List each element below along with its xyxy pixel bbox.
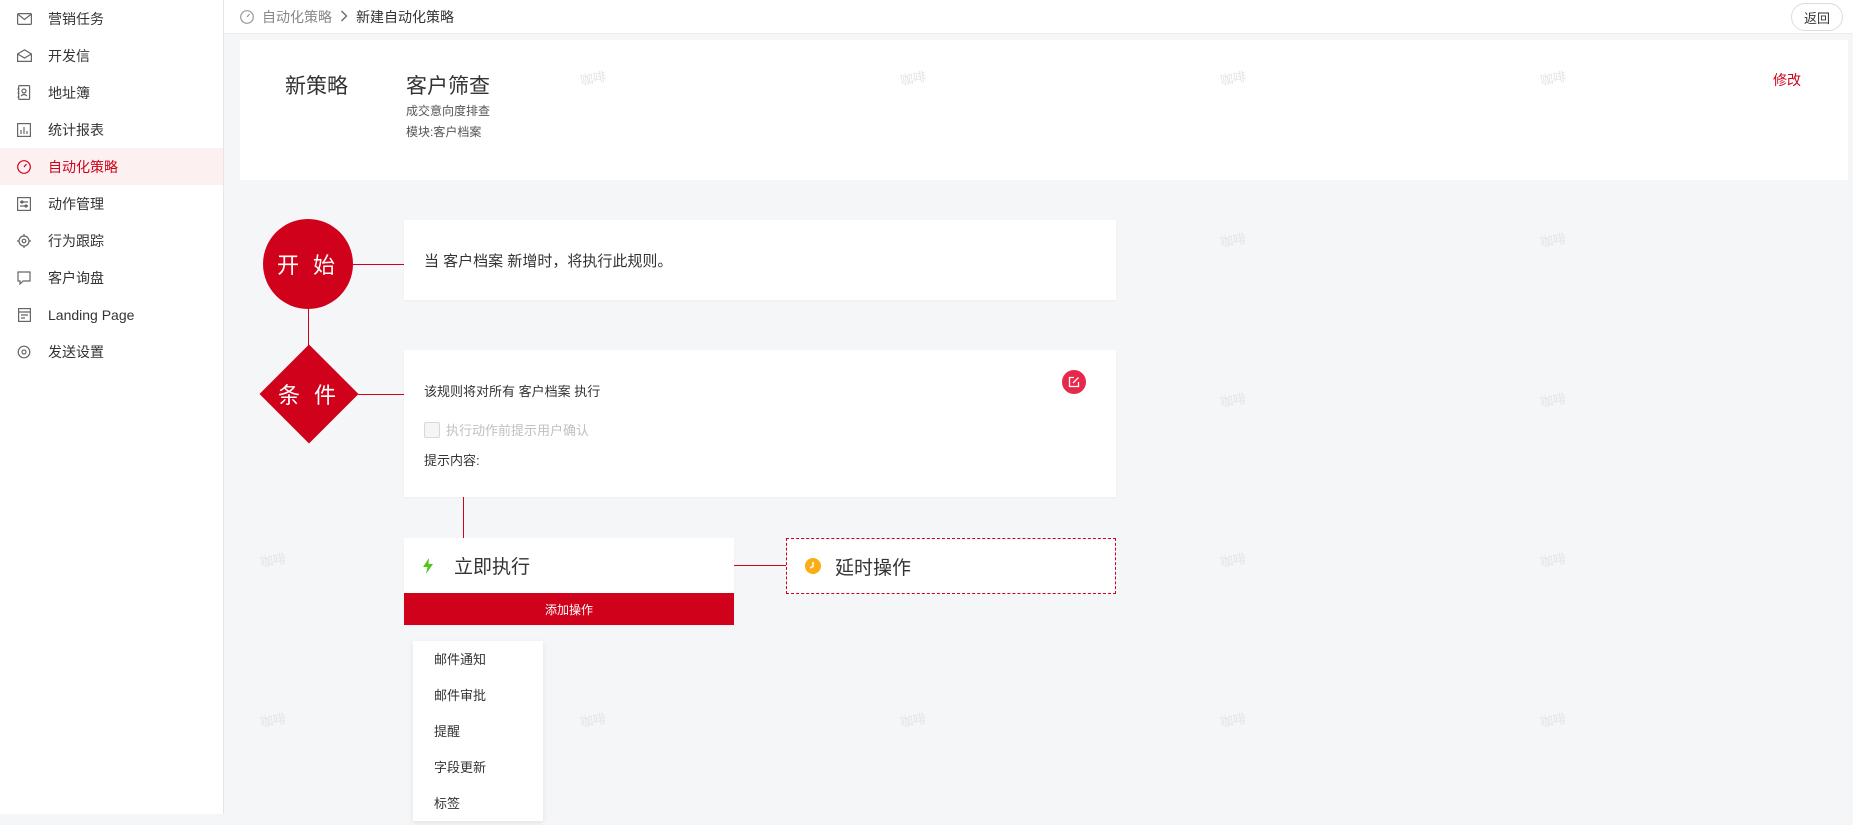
strategy-title: 客户筛查 — [406, 75, 490, 98]
menu-item-email-approval[interactable]: 邮件审批 — [413, 681, 543, 717]
sidebar: 营销任务 开发信 地址簿 统计报表 自动化策略 动作管理 行为跟踪 客户询盘 L… — [0, 0, 224, 814]
sidebar-item-label: 发送设置 — [48, 343, 104, 360]
condition-card: 该规则将对所有 客户档案 执行 执行动作前提示用户确认 提示内容: — [404, 350, 1116, 497]
sidebar-item-label: 地址簿 — [48, 84, 90, 101]
sidebar-item-address-book[interactable]: 地址簿 — [0, 74, 223, 111]
checkbox-box[interactable] — [424, 421, 440, 438]
breadcrumb: 自动化策略 新建自动化策略 返回 — [224, 0, 1853, 34]
chevron-right-icon — [340, 9, 348, 25]
strategy-header: 新策略 客户筛查 成交意向度排查 模块:客户档案 修改 — [240, 40, 1848, 180]
immediate-exec-header: 立即执行 — [404, 538, 734, 593]
condition-node-label: 条 件 — [277, 383, 341, 408]
watermark: 咖啡 — [579, 710, 608, 731]
connector-line — [308, 309, 309, 349]
confirm-checkbox-label: 执行动作前提示用户确认 — [446, 423, 590, 438]
sidebar-item-label: 动作管理 — [48, 195, 104, 212]
gauge-icon — [240, 9, 254, 24]
edit-icon — [1068, 376, 1080, 388]
sidebar-item-label: 统计报表 — [48, 121, 104, 138]
menu-item-email-notify[interactable]: 邮件通知 — [413, 645, 543, 681]
immediate-exec-card: 立即执行 添加操作 — [404, 538, 734, 625]
start-node: 开 始 — [263, 219, 353, 309]
sidebar-item-inquiries[interactable]: 客户询盘 — [0, 259, 223, 296]
sidebar-item-label: 自动化策略 — [48, 158, 118, 175]
start-description: 当 客户档案 新增时，将执行此规则。 — [424, 253, 673, 270]
watermark: 咖啡 — [259, 550, 288, 571]
sidebar-item-landing-page[interactable]: Landing Page — [0, 296, 223, 333]
gear-icon — [16, 344, 32, 360]
connector-line — [353, 264, 404, 265]
add-action-button[interactable]: 添加操作 — [404, 593, 734, 625]
connector-line — [463, 497, 464, 538]
menu-item-field-update[interactable]: 字段更新 — [413, 753, 543, 789]
delay-operation-box[interactable]: 延时操作 — [786, 538, 1116, 594]
action-menu: 邮件通知 邮件审批 提醒 字段更新 标签 — [413, 641, 543, 821]
sidebar-item-send-settings[interactable]: 发送设置 — [0, 333, 223, 370]
sidebar-item-behavior-tracking[interactable]: 行为跟踪 — [0, 222, 223, 259]
watermark: 咖啡 — [899, 710, 928, 731]
prompt-label: 提示内容: — [424, 453, 480, 468]
strategy-name: 新策略 — [285, 75, 348, 98]
sidebar-item-label: 行为跟踪 — [48, 232, 104, 249]
menu-item-tag[interactable]: 标签 — [413, 789, 543, 825]
watermark: 咖啡 — [1539, 390, 1568, 411]
back-button[interactable]: 返回 — [1790, 3, 1843, 31]
strategy-module: 模块:客户档案 — [406, 125, 482, 139]
breadcrumb-current: 新建自动化策略 — [356, 8, 454, 25]
breadcrumb-parent[interactable]: 自动化策略 — [262, 7, 332, 27]
watermark: 咖啡 — [1219, 550, 1248, 571]
watermark: 咖啡 — [1539, 710, 1568, 731]
watermark: 咖啡 — [259, 710, 288, 731]
connector-line — [358, 394, 404, 395]
sidebar-item-label: Landing Page — [48, 306, 135, 323]
watermark: 咖啡 — [1219, 230, 1248, 251]
start-card: 当 客户档案 新增时，将执行此规则。 — [404, 220, 1116, 300]
lightning-icon — [422, 557, 434, 574]
address-book-icon — [16, 85, 32, 101]
sidebar-item-label: 客户询盘 — [48, 269, 104, 286]
sidebar-item-label: 开发信 — [48, 47, 90, 64]
page-icon — [16, 307, 32, 323]
edit-link[interactable]: 修改 — [1773, 70, 1801, 90]
sidebar-item-action-management[interactable]: 动作管理 — [0, 185, 223, 222]
settings-list-icon — [16, 196, 32, 212]
confirm-checkbox[interactable]: 执行动作前提示用户确认 — [424, 420, 589, 439]
gauge-icon — [16, 159, 32, 175]
edit-condition-button[interactable] — [1062, 370, 1086, 394]
delay-operation-title: 延时操作 — [835, 557, 912, 579]
mail-icon — [16, 11, 32, 27]
clock-icon — [805, 558, 821, 574]
sidebar-item-automation[interactable]: 自动化策略 — [0, 148, 223, 185]
sidebar-item-label: 营销任务 — [48, 10, 104, 27]
watermark: 咖啡 — [1539, 550, 1568, 571]
watermark: 咖啡 — [1219, 390, 1248, 411]
immediate-exec-title: 立即执行 — [454, 557, 531, 578]
strategy-subtitle: 成交意向度排查 — [406, 104, 491, 118]
sidebar-item-reports[interactable]: 统计报表 — [0, 111, 223, 148]
connector-line — [734, 565, 786, 566]
condition-description: 该规则将对所有 客户档案 执行 — [424, 384, 601, 399]
menu-item-reminder[interactable]: 提醒 — [413, 717, 543, 753]
watermark: 咖啡 — [1219, 710, 1248, 731]
sidebar-item-dev-letter[interactable]: 开发信 — [0, 37, 223, 74]
chart-icon — [16, 122, 32, 138]
open-mail-icon — [16, 48, 32, 64]
sidebar-item-marketing-tasks[interactable]: 营销任务 — [0, 0, 223, 37]
chat-icon — [16, 270, 32, 286]
watermark: 咖啡 — [1539, 230, 1568, 251]
target-icon — [16, 233, 32, 249]
